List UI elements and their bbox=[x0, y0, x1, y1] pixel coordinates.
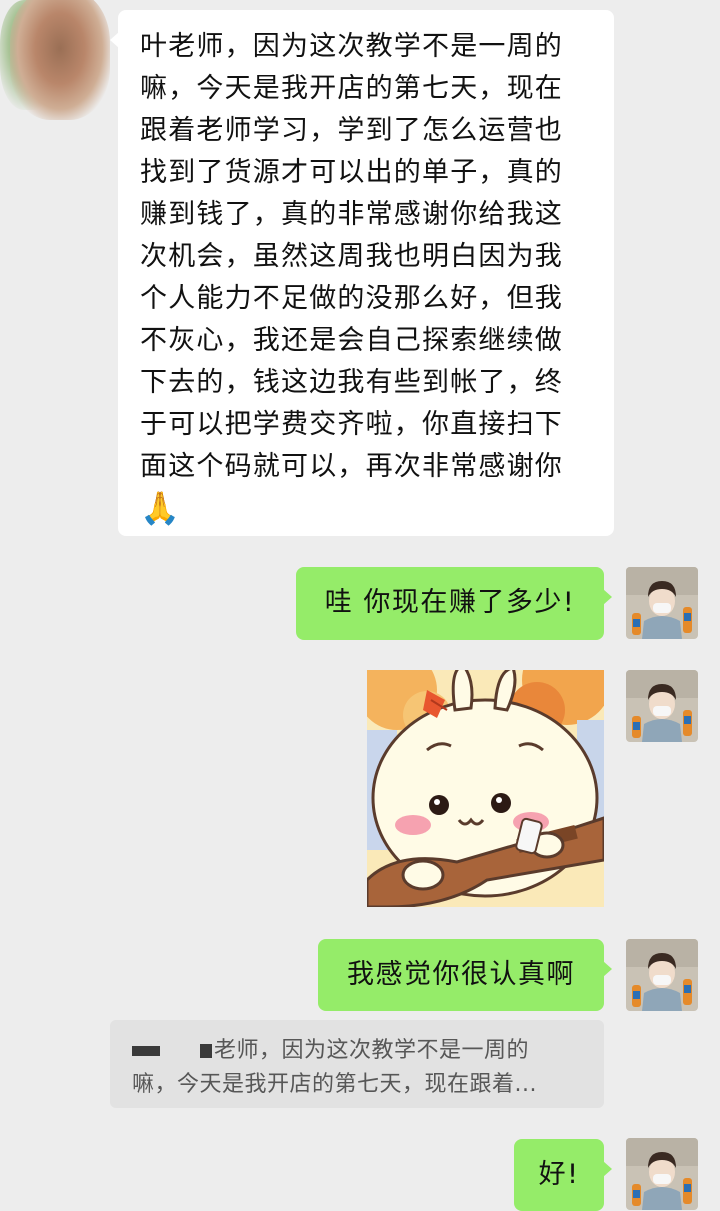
quote-line-2: 嘛，今天是我开店的第七天，现在跟着... bbox=[132, 1072, 537, 1097]
avatar-photo-icon bbox=[626, 567, 698, 639]
my-avatar[interactable] bbox=[626, 567, 698, 639]
my-avatar[interactable] bbox=[626, 939, 698, 1011]
avatar-photo-icon bbox=[626, 1138, 698, 1210]
my-avatar[interactable] bbox=[626, 670, 698, 742]
avatar-photo-icon bbox=[626, 670, 698, 742]
incoming-message-text: 叶老师，因为这次教学不是一周的 嘛，今天是我开店的第七天，现在 跟着老师学习，学… bbox=[140, 31, 563, 482]
redacted-name bbox=[200, 1044, 212, 1058]
outgoing-message-text: 好! bbox=[538, 1159, 580, 1190]
avatar-blur-brown bbox=[10, 0, 110, 120]
bunny-playing-guitar-sticker-icon bbox=[367, 670, 604, 907]
outgoing-message-bubble[interactable]: 好! bbox=[514, 1139, 612, 1211]
sticker-image[interactable] bbox=[367, 670, 604, 907]
quoted-message[interactable]: 老师，因为这次教学不是一周的 嘛，今天是我开店的第七天，现在跟着... bbox=[110, 1020, 604, 1108]
outgoing-message-text: 哇 你现在赚了多少! bbox=[324, 587, 576, 618]
redacted-name bbox=[132, 1046, 160, 1056]
outgoing-message-bubble[interactable]: 哇 你现在赚了多少! bbox=[296, 567, 612, 640]
sender-avatar[interactable] bbox=[0, 0, 110, 140]
folded-hands-emoji: 🙏 bbox=[140, 489, 180, 527]
quote-line-1: 老师，因为这次教学不是一周的 bbox=[214, 1038, 530, 1063]
outgoing-message-text: 我感觉你很认真啊 bbox=[347, 959, 575, 990]
my-avatar[interactable] bbox=[626, 1138, 698, 1210]
outgoing-message-bubble[interactable]: 我感觉你很认真啊 bbox=[318, 939, 612, 1011]
incoming-message-bubble[interactable]: 叶老师，因为这次教学不是一周的 嘛，今天是我开店的第七天，现在 跟着老师学习，学… bbox=[110, 10, 614, 536]
avatar-photo-icon bbox=[626, 939, 698, 1011]
